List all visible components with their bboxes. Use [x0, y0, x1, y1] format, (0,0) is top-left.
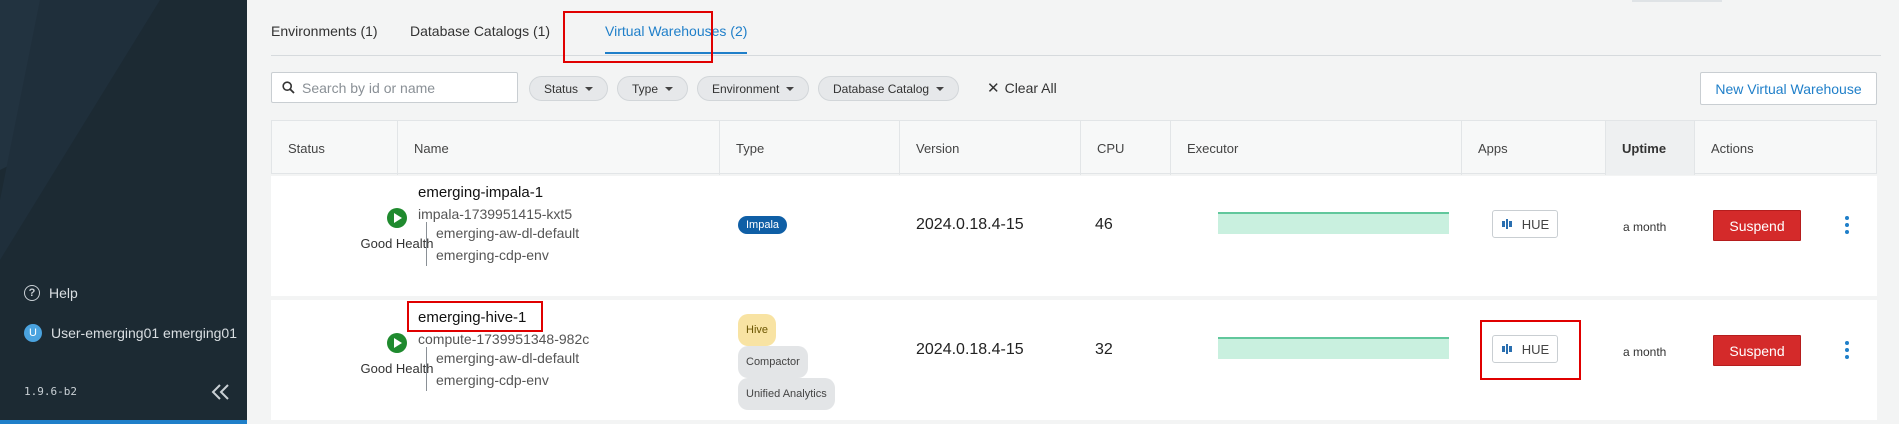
type-badge: Impala	[738, 216, 788, 234]
close-icon: ✕	[987, 80, 1000, 97]
filter-status-label: Status	[544, 81, 579, 96]
filter-type[interactable]: Type	[617, 76, 689, 101]
sidebar-progress-bar	[0, 420, 247, 424]
type-badge: Compactor	[738, 346, 808, 378]
filter-type-label: Type	[632, 81, 659, 96]
table-row[interactable]: Good Health emerging-impala-1 impala-173…	[271, 176, 1877, 296]
environment-name: emerging-cdp-env	[436, 247, 549, 263]
cpu-value: 46	[1095, 216, 1113, 233]
hue-label: HUE	[1521, 216, 1550, 232]
help-label: Help	[49, 285, 78, 301]
chevron-down-icon	[665, 86, 674, 91]
filter-environment-label: Environment	[712, 81, 780, 96]
datalake-name: emerging-aw-dl-default	[436, 225, 580, 241]
col-status[interactable]: Status	[272, 121, 398, 175]
highlight-box-hue	[1480, 320, 1581, 380]
uptime-value: a month	[1623, 345, 1667, 359]
more-options-icon[interactable]	[1845, 341, 1851, 359]
datalake-name: emerging-aw-dl-default	[436, 350, 580, 366]
clear-all-button[interactable]: ✕ Clear All	[987, 79, 1057, 97]
version-value: 2024.0.18.4-15	[916, 216, 1024, 233]
filter-database-catalog[interactable]: Database Catalog	[818, 76, 960, 101]
warehouse-hierarchy: emerging-aw-dl-default emerging-cdp-env	[426, 347, 589, 391]
highlight-box-tab	[563, 11, 713, 63]
search-box[interactable]	[271, 72, 518, 103]
warehouse-id: impala-1739951415-kxt5	[418, 206, 573, 222]
type-cell: Hive Compactor Unified Analytics	[738, 314, 835, 410]
warehouse-name[interactable]: emerging-impala-1	[418, 184, 579, 201]
filter-database-catalog-label: Database Catalog	[833, 81, 930, 96]
warehouse-hierarchy: emerging-aw-dl-default emerging-cdp-env	[426, 222, 579, 266]
search-icon	[282, 81, 295, 94]
help-link[interactable]: ? Help	[24, 285, 78, 301]
sidebar-decoration	[0, 0, 160, 260]
col-uptime[interactable]: Uptime	[1606, 121, 1695, 175]
table-header: Status Name Type Version CPU Executor Ap…	[271, 120, 1878, 175]
help-icon: ?	[24, 285, 40, 301]
avatar: U	[24, 324, 42, 342]
main-content: Environments (1) Database Catalogs (1) V…	[247, 0, 1899, 424]
uptime-value: a month	[1623, 220, 1667, 234]
tab-database-catalogs[interactable]: Database Catalogs (1)	[410, 23, 550, 39]
col-executor[interactable]: Executor	[1171, 121, 1462, 175]
col-version[interactable]: Version	[900, 121, 1081, 175]
col-type[interactable]: Type	[720, 121, 900, 175]
clear-all-label: Clear All	[1004, 80, 1057, 96]
collapse-sidebar-icon[interactable]	[208, 380, 232, 404]
new-virtual-warehouse-button[interactable]: New Virtual Warehouse	[1700, 72, 1877, 105]
col-actions[interactable]: Actions	[1695, 121, 1878, 175]
sidebar: ? Help U User-emerging01 emerging01 1.9.…	[0, 0, 247, 424]
play-icon	[387, 333, 407, 353]
executor-chart	[1218, 212, 1449, 234]
filter-environment[interactable]: Environment	[697, 76, 810, 101]
col-apps[interactable]: Apps	[1462, 121, 1606, 175]
hue-app-button[interactable]: HUE	[1492, 210, 1558, 238]
type-badge: Unified Analytics	[738, 378, 835, 410]
type-cell: Impala	[738, 216, 788, 234]
chevron-down-icon	[786, 86, 795, 91]
play-icon	[387, 208, 407, 228]
highlight-box-name	[407, 301, 543, 332]
type-badge: Hive	[738, 314, 777, 346]
hue-icon	[1501, 219, 1512, 229]
more-options-icon[interactable]	[1845, 216, 1851, 234]
col-cpu[interactable]: CPU	[1081, 121, 1171, 175]
chevron-down-icon	[585, 86, 594, 91]
executor-chart	[1218, 337, 1449, 359]
environment-name: emerging-cdp-env	[436, 372, 549, 388]
search-input[interactable]	[302, 79, 512, 96]
col-name[interactable]: Name	[398, 121, 720, 175]
version-value: 2024.0.18.4-15	[916, 341, 1024, 358]
app-version: 1.9.6-b2	[24, 385, 77, 398]
name-cell: emerging-impala-1 impala-1739951415-kxt5…	[418, 184, 579, 266]
tab-bar: Environments (1) Database Catalogs (1) V…	[271, 0, 1881, 56]
filter-status[interactable]: Status	[529, 76, 609, 101]
cpu-value: 32	[1095, 341, 1113, 358]
chevron-down-icon	[936, 86, 945, 91]
tab-environments[interactable]: Environments (1)	[271, 23, 378, 39]
suspend-button[interactable]: Suspend	[1713, 335, 1801, 366]
user-menu[interactable]: U User-emerging01 emerging01	[24, 324, 237, 342]
user-label: User-emerging01 emerging01	[51, 325, 237, 341]
suspend-button[interactable]: Suspend	[1713, 210, 1801, 241]
warehouse-id: compute-1739951348-982c	[418, 331, 590, 347]
